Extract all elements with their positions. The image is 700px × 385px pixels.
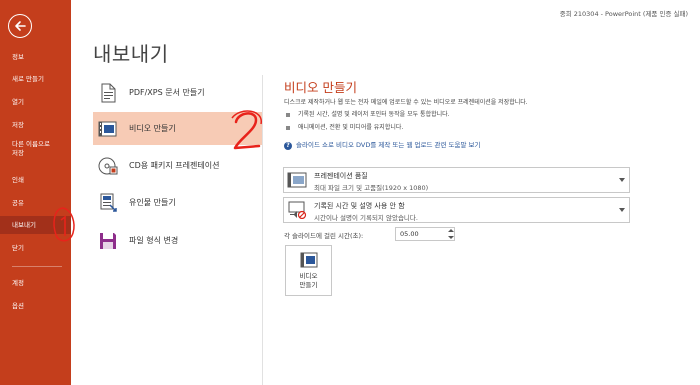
- help-link[interactable]: ? 슬라이드 쇼로 비디오 DVD를 제작 또는 웹 업로드 관련 도움말 보기: [284, 139, 481, 150]
- export-option-handouts[interactable]: 유인물 만들기: [93, 186, 262, 219]
- page-title: 내보내기: [93, 42, 169, 66]
- export-option-label: 유인물 만들기: [129, 198, 176, 207]
- export-option-label: 비디오 만들기: [129, 124, 176, 133]
- window-title: 중희 210304 - PowerPoint (제품 인증 실패): [559, 10, 688, 18]
- export-option-label: CD용 패키지 프레젠테이션: [129, 161, 220, 170]
- seconds-per-slide-input[interactable]: [395, 227, 455, 241]
- sidebar-item-print[interactable]: 인쇄: [0, 171, 71, 189]
- section-description: 디스크로 제작하거나 웹 또는 전자 메일에 업로드할 수 있는 비디오로 프레…: [284, 99, 528, 106]
- presentation-quality-icon: [287, 172, 307, 188]
- create-video-label: 비디오 만들기: [299, 272, 318, 289]
- quality-subtitle: 최대 파일 크기 및 고품질(1920 x 1080): [314, 184, 429, 192]
- spin-up-icon[interactable]: [447, 227, 455, 234]
- pdf-document-icon: [101, 83, 116, 102]
- bullet-text: 애니메이션, 전환 및 미디어를 유지합니다.: [298, 124, 404, 131]
- sidebar-item-account[interactable]: 계정: [0, 274, 71, 292]
- sidebar-item-save-as[interactable]: 다른 이름으로 저장: [0, 138, 71, 160]
- quality-dropdown[interactable]: 프레젠테이션 품질 최대 파일 크기 및 고품질(1920 x 1080): [283, 167, 630, 193]
- help-link-text: 슬라이드 쇼로 비디오 DVD를 제작 또는 웹 업로드 관련 도움말 보기: [296, 141, 481, 149]
- sidebar-item-open[interactable]: 열기: [0, 93, 71, 111]
- bullet-square-icon: [286, 112, 290, 117]
- handouts-icon: [100, 193, 117, 212]
- timings-dropdown[interactable]: 기록된 시간 및 설명 사용 안 함 시간이나 설명이 기록되지 않았습니다.: [283, 197, 630, 223]
- export-option-cd-package[interactable]: CD용 패키지 프레젠테이션: [93, 149, 262, 182]
- feature-bullet: 기록된 시간, 설명 및 레이저 포인터 동작을 모두 통합합니다.: [286, 109, 450, 118]
- sidebar-divider: [12, 266, 62, 267]
- panel-divider: [262, 75, 263, 385]
- export-option-label: PDF/XPS 문서 만들기: [129, 88, 205, 97]
- bullet-text: 기록된 시간, 설명 및 레이저 포인터 동작을 모두 통합합니다.: [298, 111, 450, 118]
- export-option-label: 파일 형식 변경: [129, 236, 179, 245]
- change-file-type-icon: [100, 232, 116, 249]
- back-button[interactable]: [8, 14, 32, 38]
- help-icon: ?: [284, 142, 292, 150]
- quality-title: 프레젠테이션 품질: [314, 172, 368, 180]
- cd-package-icon: [98, 157, 118, 174]
- sidebar-item-close[interactable]: 닫기: [0, 239, 71, 257]
- timings-title: 기록된 시간 및 설명 사용 안 함: [314, 202, 405, 210]
- sidebar-item-new[interactable]: 새로 만들기: [0, 70, 71, 88]
- sidebar-item-info[interactable]: 정보: [0, 48, 71, 66]
- export-option-pdf[interactable]: PDF/XPS 문서 만들기: [93, 76, 262, 109]
- create-video-icon: [300, 252, 318, 268]
- create-video-button[interactable]: 비디오 만들기: [285, 245, 332, 296]
- spin-down-icon[interactable]: [447, 234, 455, 241]
- feature-bullet: 애니메이션, 전환 및 미디어를 유지합니다.: [286, 122, 403, 131]
- seconds-per-slide-label: 각 슬라이드에 걸린 시간(초):: [284, 232, 364, 240]
- sidebar-item-save[interactable]: 저장: [0, 116, 71, 134]
- export-option-change-file-type[interactable]: 파일 형식 변경: [93, 224, 262, 257]
- section-title: 비디오 만들기: [284, 80, 357, 95]
- chevron-down-icon: [619, 208, 625, 212]
- timings-subtitle: 시간이나 설명이 기록되지 않았습니다.: [314, 214, 418, 222]
- sidebar-item-share[interactable]: 공유: [0, 194, 71, 212]
- backstage-sidebar: 정보 새로 만들기 열기 저장 다른 이름으로 저장 인쇄 공유 내보내기 닫기…: [0, 0, 71, 385]
- chevron-down-icon: [619, 178, 625, 182]
- sidebar-item-options[interactable]: 옵션: [0, 297, 71, 315]
- bullet-square-icon: [286, 125, 290, 130]
- back-arrow-icon: [15, 21, 26, 31]
- export-option-video[interactable]: 비디오 만들기: [93, 112, 262, 145]
- video-icon: [98, 121, 117, 136]
- timings-narration-icon: [288, 201, 307, 219]
- sidebar-item-export[interactable]: 내보내기: [0, 216, 71, 234]
